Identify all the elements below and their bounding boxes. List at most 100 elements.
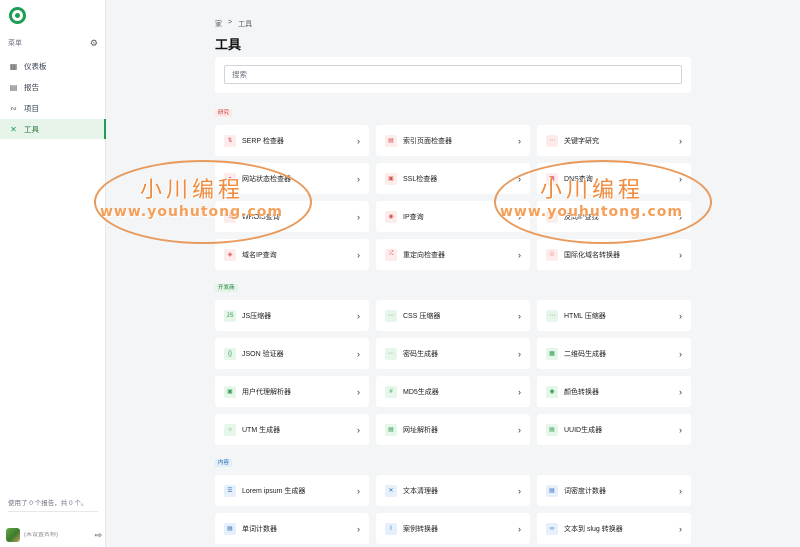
palette-icon: ◉	[546, 385, 558, 398]
breadcrumb-separator: >	[228, 19, 233, 26]
tool-label: MD5生成器	[403, 388, 439, 396]
tool-label: IP查询	[403, 213, 424, 221]
js-icon: JS	[224, 309, 236, 322]
tool-card[interactable]: ⇅ SERP 检查器 ›	[215, 125, 369, 156]
text-clean-icon: ✕	[385, 484, 397, 497]
tool-card[interactable]: ⤮ 重定向检查器 ›	[376, 239, 530, 270]
tool-card[interactable]: JS JS压缩器 ›	[215, 300, 369, 331]
chevron-right-icon: ›	[357, 249, 360, 260]
index-icon: ▤	[385, 134, 397, 147]
search-input[interactable]	[224, 65, 682, 84]
tool-card[interactable]: ☰ Lorem ipsum 生成器 ›	[215, 475, 369, 506]
chevron-right-icon: ›	[357, 310, 360, 321]
tool-card[interactable]: ✕ 文本清理器 ›	[376, 475, 530, 506]
braces-icon: {}	[224, 347, 236, 360]
tool-label: 国际化域名转换器	[564, 251, 620, 259]
counter-icon: ▤	[224, 522, 236, 535]
chevron-right-icon: ›	[357, 135, 360, 146]
tool-card[interactable]: ▤ 单词计数器 ›	[215, 513, 369, 544]
tool-label: SSL检查器	[403, 175, 438, 183]
section-tag-content: 内容	[215, 459, 233, 467]
tool-card[interactable]: ∞ 文本到 slug 转换器 ›	[537, 513, 691, 544]
chevron-right-icon: ›	[518, 424, 521, 435]
watermark-url: www.youhutong.com	[500, 204, 683, 220]
tool-label: 密码生成器	[403, 350, 438, 358]
sidebar-nav: ▦ 仪表板 ▤ 报告 ∾ 项目 ✕ 工具	[0, 56, 106, 140]
tool-card[interactable]: ▤ 索引页面检查器 ›	[376, 125, 530, 156]
breadcrumb-home[interactable]: 家	[215, 19, 222, 29]
lock-icon: ▣	[385, 172, 397, 185]
chevron-right-icon: ›	[357, 348, 360, 359]
tools-grid-content: ☰ Lorem ipsum 生成器 › ✕ 文本清理器 › ▤ 词密度计数器 › ▤ 单词计数…	[215, 475, 691, 544]
tool-card[interactable]: ◈ 域名IP查询 ›	[215, 239, 369, 270]
html-icon: ⋯	[546, 309, 558, 322]
tool-card[interactable]: ⋯ CSS 压缩器 ›	[376, 300, 530, 331]
domain-ip-icon: ◈	[224, 248, 236, 261]
table-icon: ▤	[9, 82, 18, 92]
tool-label: UUID生成器	[564, 426, 603, 434]
utm-icon: ○	[224, 423, 236, 436]
chevron-right-icon: ›	[679, 485, 682, 496]
tool-label: 网址解析器	[403, 426, 438, 434]
tool-label: 颜色转换器	[564, 388, 599, 396]
chevron-right-icon: ›	[679, 523, 682, 534]
nodes-icon: ∾	[10, 103, 17, 113]
tools-icon: ✕	[10, 124, 17, 134]
chevron-right-icon: ›	[357, 211, 360, 222]
chevron-right-icon: ›	[518, 386, 521, 397]
sidebar: 菜单 ⚙ ▦ 仪表板 ▤ 报告 ∾ 项目 ✕ 工具 使用了 0 个报告，共 0 …	[0, 0, 106, 547]
tool-card[interactable]: ▤ UUID生成器 ›	[537, 414, 691, 445]
sidebar-divider	[8, 511, 98, 512]
tool-card[interactable]: I 案例转换器 ›	[376, 513, 530, 544]
tool-card[interactable]: ⋯ HTML 压缩器 ›	[537, 300, 691, 331]
usage-text: 使用了 0 个报告，共 0 个。	[8, 500, 88, 507]
grid-icon: ▦	[9, 61, 18, 71]
tool-label: 域名IP查询	[242, 251, 277, 259]
chevron-right-icon: ›	[357, 173, 360, 184]
settings-icon[interactable]: ⚙	[90, 38, 98, 49]
tool-card[interactable]: ▣ 用户代理解析器 ›	[215, 376, 369, 407]
sidebar-item-tools[interactable]: ✕ 工具	[0, 119, 106, 139]
app-logo[interactable]	[9, 7, 26, 24]
tool-card[interactable]: ▤ 词密度计数器 ›	[537, 475, 691, 506]
case-icon: I	[385, 522, 397, 535]
tool-label: UTM 生成器	[242, 426, 281, 434]
watermark-url: www.youhutong.com	[100, 204, 283, 220]
tool-label: 词密度计数器	[564, 487, 606, 495]
user-profile[interactable]: (未设置名称) ⇨	[6, 527, 102, 543]
keyword-icon: ⋯	[546, 134, 558, 147]
tool-label: 关键字研究	[564, 137, 599, 145]
sidebar-item-projects[interactable]: ∾ 项目	[0, 98, 106, 118]
chevron-right-icon: ›	[518, 310, 521, 321]
chevron-right-icon: ›	[357, 485, 360, 496]
tool-card[interactable]: ⋯ 关键字研究 ›	[537, 125, 691, 156]
tool-label: CSS 压缩器	[403, 312, 441, 320]
tool-card[interactable]: ⋯ 密码生成器 ›	[376, 338, 530, 369]
tool-card[interactable]: ▦ 二维码生成器 ›	[537, 338, 691, 369]
chevron-right-icon: ›	[679, 135, 682, 146]
chevron-right-icon: ›	[679, 310, 682, 321]
uuid-icon: ▤	[546, 423, 558, 436]
tool-card[interactable]: ▤ 网址解析器 ›	[376, 414, 530, 445]
tool-card[interactable]: ◉ 颜色转换器 ›	[537, 376, 691, 407]
sidebar-item-label: 工具	[24, 124, 39, 134]
sidebar-item-label: 报告	[24, 82, 39, 92]
tool-label: Lorem ipsum 生成器	[242, 487, 306, 495]
tool-card[interactable]: # MD5生成器 ›	[376, 376, 530, 407]
logout-icon[interactable]: ⇨	[94, 530, 102, 541]
sidebar-item-dashboard[interactable]: ▦ 仪表板	[0, 56, 106, 76]
section-tag-research: 研究	[215, 109, 233, 117]
tool-card[interactable]: {} JSON 验证器 ›	[215, 338, 369, 369]
tool-label: 单词计数器	[242, 525, 277, 533]
sidebar-item-label: 仪表板	[24, 61, 47, 71]
tool-label: 文本清理器	[403, 487, 438, 495]
tools-grid-developer: JS JS压缩器 › ⋯ CSS 压缩器 › ⋯ HTML 压缩器 › {} JSON 验证器…	[215, 300, 691, 445]
tool-label: SERP 检查器	[242, 137, 284, 145]
password-icon: ⋯	[385, 347, 397, 360]
sidebar-item-reports[interactable]: ▤ 报告	[0, 77, 106, 97]
watermark-title: 小川编程	[540, 178, 645, 203]
chevron-right-icon: ›	[679, 249, 682, 260]
tool-card[interactable]: ○ UTM 生成器 ›	[215, 414, 369, 445]
text-lines-icon: ☰	[224, 484, 236, 497]
chevron-right-icon: ›	[357, 424, 360, 435]
